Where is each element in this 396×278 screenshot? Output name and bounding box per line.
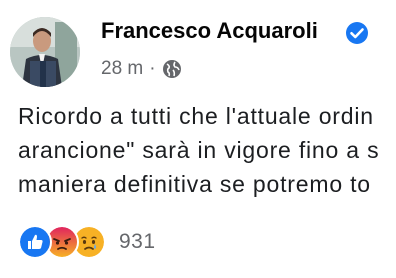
- like-icon: [18, 225, 52, 259]
- meta-separator: ·: [149, 58, 156, 79]
- author-name[interactable]: Francesco Acquaroli: [101, 17, 318, 45]
- globe-icon[interactable]: [162, 59, 182, 79]
- post-text-line: Ricordo a tutti che l'attuale ordin: [18, 103, 374, 129]
- reaction-count[interactable]: 931: [119, 230, 156, 254]
- author-avatar[interactable]: [10, 17, 80, 87]
- post-timestamp[interactable]: 28 m: [101, 58, 143, 80]
- post-text-line: arancione" sarà in vigore fino a s: [18, 137, 380, 163]
- reactions-summary[interactable]: 931: [18, 225, 156, 259]
- post-body: Ricordo a tutti che l'attuale ordin aran…: [18, 99, 396, 201]
- author-photo: [10, 17, 80, 87]
- post-meta: 28 m ·: [101, 57, 182, 81]
- post-text-line: maniera definitiva se potremo to: [18, 171, 371, 197]
- verified-badge-icon: [346, 22, 368, 44]
